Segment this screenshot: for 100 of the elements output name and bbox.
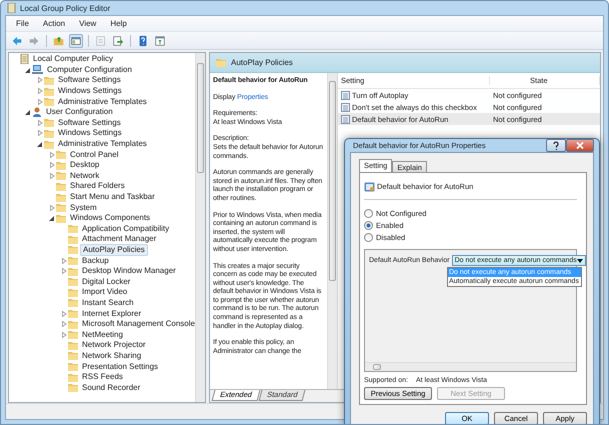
- tree-item[interactable]: Control Panel: [68, 150, 120, 160]
- folder-icon: [56, 214, 66, 223]
- computer-icon: [32, 65, 43, 74]
- radio-button[interactable]: [364, 220, 373, 230]
- tree-item[interactable]: AutoPlay Policies: [80, 244, 148, 256]
- folder-icon: [56, 192, 66, 202]
- policy-setting-icon: [341, 114, 350, 124]
- expand-arrow-icon[interactable]: [60, 256, 68, 265]
- radio-button[interactable]: [364, 208, 373, 218]
- tree-item[interactable]: Sound Recorder: [80, 382, 142, 393]
- menu-item[interactable]: View: [73, 18, 102, 29]
- folder-icon: [56, 182, 66, 191]
- tree-item[interactable]: NetMeeting: [80, 330, 125, 340]
- expand-arrow-icon[interactable]: [48, 161, 56, 170]
- folder-icon: [56, 160, 66, 170]
- tree-item[interactable]: Desktop Window Manager: [80, 266, 178, 276]
- tree-item[interactable]: Network: [68, 170, 102, 181]
- tree-item[interactable]: Administrative Templates: [56, 96, 149, 107]
- tree-item[interactable]: RSS Feeds: [80, 372, 125, 382]
- tree-item[interactable]: Administrative Templates: [56, 139, 149, 150]
- expand-arrow-icon[interactable]: [36, 76, 44, 84]
- vertical-scrollbar[interactable]: [195, 53, 205, 402]
- collapse-arrow-icon[interactable]: [24, 66, 32, 74]
- tree-item[interactable]: Windows Settings: [56, 128, 124, 138]
- expand-arrow-icon[interactable]: [60, 330, 68, 339]
- tree-item[interactable]: Software Settings: [56, 118, 123, 128]
- folder-icon: [68, 330, 78, 340]
- menu-item[interactable]: Action: [36, 18, 72, 29]
- policy-icon: [364, 182, 375, 192]
- tree-item[interactable]: Attachment Manager: [80, 234, 158, 244]
- folder-icon: [56, 150, 66, 160]
- window-title: Local Group Policy Editor: [20, 4, 110, 12]
- folder-icon: [68, 340, 78, 350]
- folder-icon: [68, 277, 78, 286]
- tree-item[interactable]: Instant Search: [80, 298, 136, 308]
- folder-icon: [44, 128, 54, 138]
- tree-item[interactable]: Shared Folders: [68, 181, 127, 192]
- menu-item[interactable]: Help: [104, 18, 133, 29]
- close-button[interactable]: [566, 139, 594, 152]
- tree-item[interactable]: Import Video: [80, 287, 130, 298]
- folder-icon: [68, 256, 78, 266]
- collapse-arrow-icon[interactable]: [36, 140, 44, 148]
- policy-setting-icon: [341, 102, 350, 112]
- folder-icon: [68, 224, 78, 234]
- vertical-scrollbar[interactable]: [327, 73, 337, 389]
- folder-icon: [56, 171, 66, 180]
- radio-button[interactable]: [364, 232, 373, 242]
- filter-view-icon[interactable]: [153, 34, 167, 48]
- folder-icon: [68, 372, 78, 382]
- tree-item[interactable]: Network Sharing: [80, 350, 144, 361]
- collapse-arrow-icon[interactable]: [24, 108, 32, 116]
- tree-item[interactable]: User Configuration: [44, 107, 115, 118]
- folder-icon: [68, 288, 78, 297]
- folder-icon: [56, 203, 66, 212]
- folder-icon: [68, 234, 78, 244]
- tree-item[interactable]: Computer Configuration: [45, 64, 134, 75]
- tree-item[interactable]: Windows Settings: [56, 86, 124, 96]
- help-button[interactable]: [546, 139, 566, 152]
- folder-icon: [68, 298, 78, 308]
- expand-arrow-icon[interactable]: [36, 118, 44, 127]
- tree-item[interactable]: Application Compatibility: [80, 224, 172, 234]
- folder-icon: [44, 140, 54, 149]
- folder-icon: [68, 266, 78, 276]
- tree-item[interactable]: Digital Locker: [80, 276, 132, 287]
- dropdown-arrow-icon: [576, 258, 583, 262]
- folder-icon: [44, 86, 54, 96]
- tree-item[interactable]: Network Projector: [80, 340, 148, 350]
- folder-title: AutoPlay Policies: [231, 58, 293, 67]
- scroll-icon: [20, 54, 29, 64]
- horizontal-scrollbar[interactable]: [365, 362, 576, 371]
- folder-icon: [68, 351, 78, 360]
- export-list-icon[interactable]: [111, 34, 125, 48]
- expand-arrow-icon[interactable]: [60, 310, 68, 318]
- menu-item[interactable]: File: [10, 18, 35, 29]
- folder-icon: [216, 58, 226, 67]
- expand-arrow-icon[interactable]: [60, 267, 68, 276]
- tree-item[interactable]: Start Menu and Taskbar: [68, 192, 157, 202]
- app-icon: [7, 3, 16, 13]
- tree-item[interactable]: Local Computer Policy: [31, 54, 116, 64]
- policy-setting-icon: [341, 90, 350, 100]
- tree-item[interactable]: Desktop: [68, 160, 102, 170]
- expand-arrow-icon[interactable]: [48, 150, 56, 159]
- tree-item[interactable]: Backup: [80, 256, 111, 266]
- folder-icon: [68, 245, 78, 254]
- folder-icon: [44, 76, 54, 85]
- folder-icon: [68, 383, 78, 392]
- expand-arrow-icon[interactable]: [60, 320, 68, 328]
- folder-icon: [68, 309, 78, 318]
- collapse-arrow-icon[interactable]: [48, 214, 56, 222]
- expand-arrow-icon[interactable]: [36, 87, 44, 96]
- tree-item[interactable]: System: [68, 202, 99, 213]
- tree-item[interactable]: Microsoft Management Console: [80, 319, 195, 330]
- console-tree-icon[interactable]: [69, 34, 83, 48]
- tree-item[interactable]: Presentation Settings: [80, 362, 160, 372]
- expand-arrow-icon[interactable]: [48, 172, 56, 180]
- tree-item[interactable]: Internet Explorer: [80, 308, 144, 319]
- folder-icon: [68, 362, 78, 372]
- expand-arrow-icon[interactable]: [36, 98, 44, 106]
- tree-item[interactable]: Windows Components: [68, 213, 152, 224]
- tree-item[interactable]: Software Settings: [56, 75, 123, 86]
